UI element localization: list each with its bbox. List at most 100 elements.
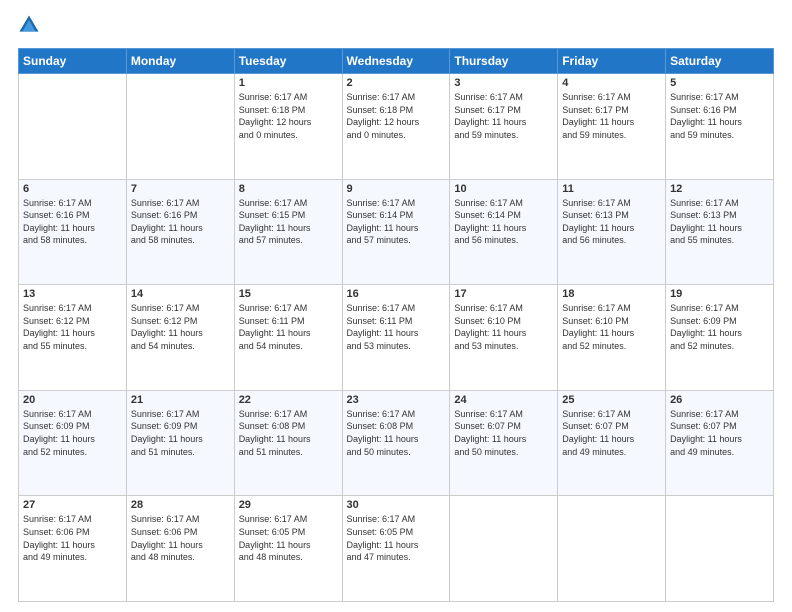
- cell-info: Sunrise: 6:17 AM Sunset: 6:13 PM Dayligh…: [670, 197, 769, 247]
- cell-day-number: 27: [23, 499, 122, 511]
- cell-day-number: 23: [347, 394, 446, 406]
- calendar-cell: 30 Sunrise: 6:17 AM Sunset: 6:05 PM Dayli…: [342, 496, 450, 602]
- cell-day-number: 12: [670, 183, 769, 195]
- calendar-cell: 5 Sunrise: 6:17 AM Sunset: 6:16 PM Daylig…: [666, 74, 774, 180]
- cell-info: Sunrise: 6:17 AM Sunset: 6:05 PM Dayligh…: [239, 513, 338, 563]
- calendar-cell: 20 Sunrise: 6:17 AM Sunset: 6:09 PM Dayli…: [19, 390, 127, 496]
- calendar-cell: 11Sunrise: 6:17 AM Sunset: 6:13 PM Dayli…: [558, 179, 666, 285]
- cell-info: Sunrise: 6:17 AM Sunset: 6:11 PM Dayligh…: [239, 302, 338, 352]
- cell-day-number: 26: [670, 394, 769, 406]
- page: SundayMondayTuesdayWednesdayThursdayFrid…: [0, 0, 792, 612]
- calendar-cell: 29 Sunrise: 6:17 AM Sunset: 6:05 PM Dayli…: [234, 496, 342, 602]
- calendar-cell: 25Sunrise: 6:17 AM Sunset: 6:07 PM Dayli…: [558, 390, 666, 496]
- cell-day-number: 10: [454, 183, 553, 195]
- calendar-cell: 12 Sunrise: 6:17 AM Sunset: 6:13 PM Dayli…: [666, 179, 774, 285]
- cell-info: Sunrise: 6:17 AM Sunset: 6:17 PM Dayligh…: [562, 91, 661, 141]
- calendar-day-header: Monday: [126, 49, 234, 74]
- cell-info: Sunrise: 6:17 AM Sunset: 6:14 PM Dayligh…: [454, 197, 553, 247]
- cell-info: Sunrise: 6:17 AM Sunset: 6:07 PM Dayligh…: [454, 408, 553, 458]
- calendar-cell: [19, 74, 127, 180]
- calendar-cell: 4 Sunrise: 6:17 AM Sunset: 6:17 PM Daylig…: [558, 74, 666, 180]
- calendar-cell: [126, 74, 234, 180]
- calendar-cell: 28 Sunrise: 6:17 AM Sunset: 6:06 PM Dayli…: [126, 496, 234, 602]
- cell-info: Sunrise: 6:17 AM Sunset: 6:16 PM Dayligh…: [670, 91, 769, 141]
- calendar-cell: 9 Sunrise: 6:17 AM Sunset: 6:14 PM Daylig…: [342, 179, 450, 285]
- calendar-cell: [558, 496, 666, 602]
- calendar-cell: 17 Sunrise: 6:17 AM Sunset: 6:10 PM Dayli…: [450, 285, 558, 391]
- logo: [18, 18, 42, 36]
- cell-day-number: 5: [670, 77, 769, 89]
- calendar-cell: 26 Sunrise: 6:17 AM Sunset: 6:07 PM Dayli…: [666, 390, 774, 496]
- cell-info: Sunrise: 6:17 AM Sunset: 6:09 PM Dayligh…: [23, 408, 122, 458]
- calendar-day-header: Tuesday: [234, 49, 342, 74]
- cell-info: Sunrise: 6:17 AM Sunset: 6:12 PM Dayligh…: [23, 302, 122, 352]
- cell-info: Sunrise: 6:17 AM Sunset: 6:07 PM Dayligh…: [670, 408, 769, 458]
- calendar-table: SundayMondayTuesdayWednesdayThursdayFrid…: [18, 48, 774, 602]
- cell-info: Sunrise: 6:17 AM Sunset: 6:06 PM Dayligh…: [131, 513, 230, 563]
- cell-info: Sunrise: 6:17 AM Sunset: 6:17 PM Dayligh…: [454, 91, 553, 141]
- calendar-cell: [666, 496, 774, 602]
- calendar-header-row: SundayMondayTuesdayWednesdayThursdayFrid…: [19, 49, 774, 74]
- calendar-cell: 24 Sunrise: 6:17 AM Sunset: 6:07 PM Dayli…: [450, 390, 558, 496]
- calendar-cell: 6Sunrise: 6:17 AM Sunset: 6:16 PM Daylig…: [19, 179, 127, 285]
- calendar-cell: 18Sunrise: 6:17 AM Sunset: 6:10 PM Dayli…: [558, 285, 666, 391]
- calendar-week-row: 6Sunrise: 6:17 AM Sunset: 6:16 PM Daylig…: [19, 179, 774, 285]
- calendar-cell: 10 Sunrise: 6:17 AM Sunset: 6:14 PM Dayli…: [450, 179, 558, 285]
- calendar-day-header: Friday: [558, 49, 666, 74]
- calendar-cell: 23 Sunrise: 6:17 AM Sunset: 6:08 PM Dayli…: [342, 390, 450, 496]
- cell-info: Sunrise: 6:17 AM Sunset: 6:05 PM Dayligh…: [347, 513, 446, 563]
- cell-day-number: 17: [454, 288, 553, 300]
- calendar-cell: 3Sunrise: 6:17 AM Sunset: 6:17 PM Daylig…: [450, 74, 558, 180]
- calendar-week-row: 13Sunrise: 6:17 AM Sunset: 6:12 PM Dayli…: [19, 285, 774, 391]
- cell-info: Sunrise: 6:17 AM Sunset: 6:08 PM Dayligh…: [239, 408, 338, 458]
- cell-info: Sunrise: 6:17 AM Sunset: 6:08 PM Dayligh…: [347, 408, 446, 458]
- cell-info: Sunrise: 6:17 AM Sunset: 6:10 PM Dayligh…: [454, 302, 553, 352]
- calendar-cell: 19 Sunrise: 6:17 AM Sunset: 6:09 PM Dayli…: [666, 285, 774, 391]
- calendar-week-row: 20 Sunrise: 6:17 AM Sunset: 6:09 PM Dayli…: [19, 390, 774, 496]
- cell-info: Sunrise: 6:17 AM Sunset: 6:09 PM Dayligh…: [670, 302, 769, 352]
- cell-day-number: 8: [239, 183, 338, 195]
- calendar-week-row: 1 Sunrise: 6:17 AM Sunset: 6:18 PM Daylig…: [19, 74, 774, 180]
- cell-day-number: 22: [239, 394, 338, 406]
- header: [18, 18, 774, 36]
- cell-day-number: 2: [347, 77, 446, 89]
- cell-info: Sunrise: 6:17 AM Sunset: 6:07 PM Dayligh…: [562, 408, 661, 458]
- calendar-cell: 1 Sunrise: 6:17 AM Sunset: 6:18 PM Daylig…: [234, 74, 342, 180]
- calendar-cell: 21 Sunrise: 6:17 AM Sunset: 6:09 PM Dayli…: [126, 390, 234, 496]
- calendar-cell: 16 Sunrise: 6:17 AM Sunset: 6:11 PM Dayli…: [342, 285, 450, 391]
- cell-day-number: 30: [347, 499, 446, 511]
- cell-day-number: 9: [347, 183, 446, 195]
- calendar-cell: [450, 496, 558, 602]
- calendar-cell: 15 Sunrise: 6:17 AM Sunset: 6:11 PM Dayli…: [234, 285, 342, 391]
- cell-day-number: 16: [347, 288, 446, 300]
- cell-day-number: 28: [131, 499, 230, 511]
- calendar-cell: 8 Sunrise: 6:17 AM Sunset: 6:15 PM Daylig…: [234, 179, 342, 285]
- cell-info: Sunrise: 6:17 AM Sunset: 6:16 PM Dayligh…: [23, 197, 122, 247]
- cell-day-number: 14: [131, 288, 230, 300]
- cell-day-number: 15: [239, 288, 338, 300]
- cell-day-number: 21: [131, 394, 230, 406]
- cell-day-number: 19: [670, 288, 769, 300]
- cell-day-number: 24: [454, 394, 553, 406]
- cell-day-number: 29: [239, 499, 338, 511]
- cell-info: Sunrise: 6:17 AM Sunset: 6:13 PM Dayligh…: [562, 197, 661, 247]
- calendar-day-header: Sunday: [19, 49, 127, 74]
- calendar-cell: 27Sunrise: 6:17 AM Sunset: 6:06 PM Dayli…: [19, 496, 127, 602]
- cell-info: Sunrise: 6:17 AM Sunset: 6:12 PM Dayligh…: [131, 302, 230, 352]
- cell-info: Sunrise: 6:17 AM Sunset: 6:18 PM Dayligh…: [239, 91, 338, 141]
- cell-info: Sunrise: 6:17 AM Sunset: 6:15 PM Dayligh…: [239, 197, 338, 247]
- calendar-cell: 22 Sunrise: 6:17 AM Sunset: 6:08 PM Dayli…: [234, 390, 342, 496]
- calendar-day-header: Saturday: [666, 49, 774, 74]
- calendar-cell: 2Sunrise: 6:17 AM Sunset: 6:18 PM Daylig…: [342, 74, 450, 180]
- cell-day-number: 4: [562, 77, 661, 89]
- calendar-cell: 13Sunrise: 6:17 AM Sunset: 6:12 PM Dayli…: [19, 285, 127, 391]
- cell-info: Sunrise: 6:17 AM Sunset: 6:14 PM Dayligh…: [347, 197, 446, 247]
- cell-info: Sunrise: 6:17 AM Sunset: 6:16 PM Dayligh…: [131, 197, 230, 247]
- cell-day-number: 20: [23, 394, 122, 406]
- logo-icon: [18, 14, 40, 36]
- cell-info: Sunrise: 6:17 AM Sunset: 6:09 PM Dayligh…: [131, 408, 230, 458]
- cell-info: Sunrise: 6:17 AM Sunset: 6:10 PM Dayligh…: [562, 302, 661, 352]
- cell-info: Sunrise: 6:17 AM Sunset: 6:11 PM Dayligh…: [347, 302, 446, 352]
- cell-day-number: 7: [131, 183, 230, 195]
- cell-day-number: 1: [239, 77, 338, 89]
